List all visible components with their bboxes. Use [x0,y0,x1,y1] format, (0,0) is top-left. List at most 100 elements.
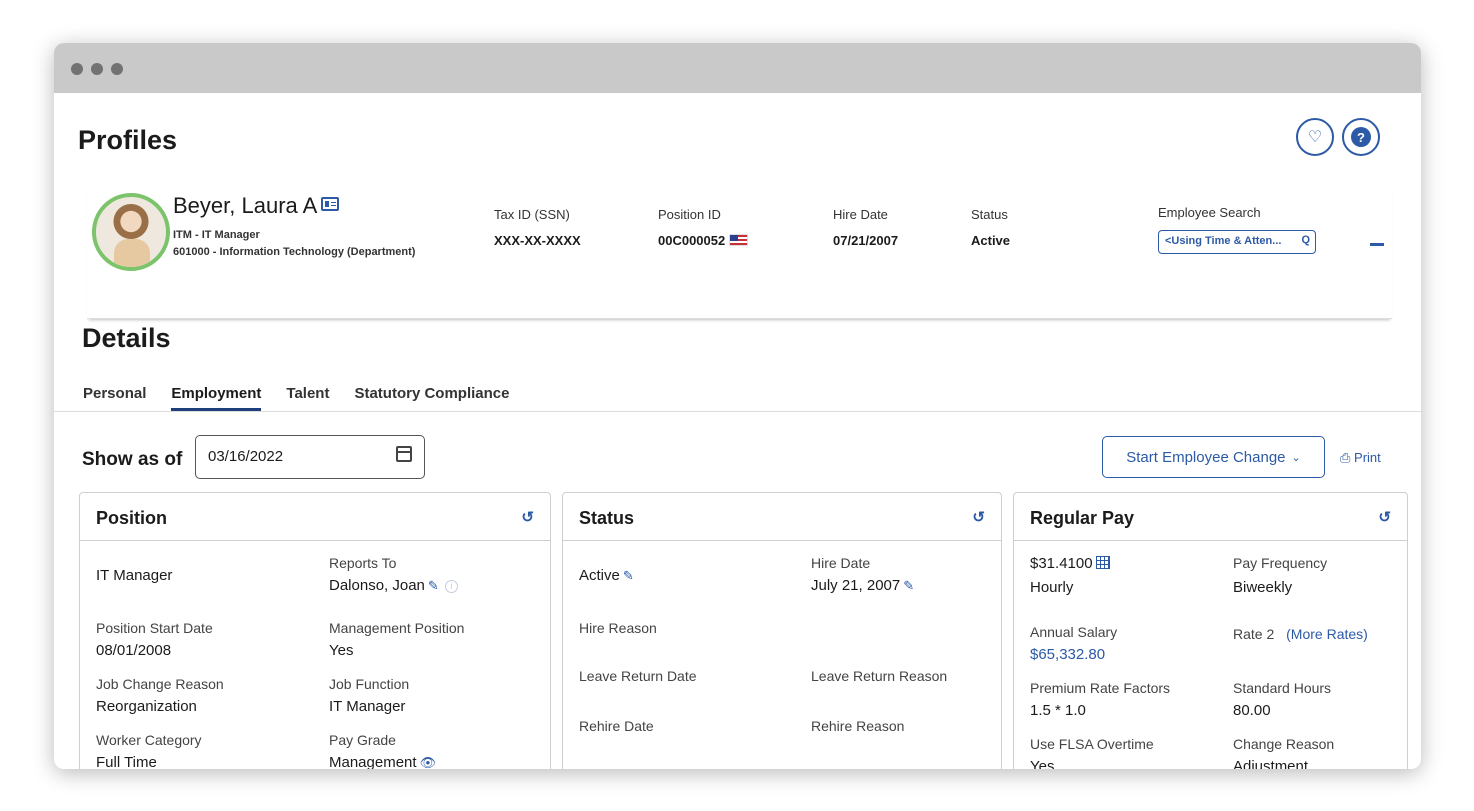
question-icon: ? [1351,127,1371,147]
job-change-reason-label: Job Change Reason [96,676,224,692]
chevron-down-icon: ⌄ [1291,451,1301,464]
printer-icon: ⎙ [1340,450,1351,465]
position-start-date-value: 08/01/2008 [96,642,172,659]
position-id-label: Position ID [658,207,721,222]
history-icon[interactable]: ↺ [1378,508,1391,526]
employee-header-card: Beyer, Laura A ITM - IT Manager 601000 -… [87,185,1392,319]
annual-salary-label: Annual Salary [1030,624,1118,640]
status-hire-date-value: July 21, 2007 ✎ [811,577,915,594]
history-icon[interactable]: ↺ [521,508,534,526]
page-content: Profiles ♡ ? Beyer, Laura A ITM - IT Man… [54,93,1421,769]
pay-rate-value: $31.4100 [1030,555,1110,572]
change-reason-label: Change Reason [1233,736,1335,752]
window-controls [71,63,123,75]
eye-icon[interactable]: 👁 [420,755,437,769]
rehire-reason-label: Rehire Reason [811,718,905,734]
leave-return-date-label: Leave Return Date [579,668,697,684]
close-window-dot[interactable] [71,63,83,75]
employee-job: ITM - IT Manager [173,229,260,241]
avatar[interactable] [92,193,170,271]
standard-hours-label: Standard Hours [1233,680,1332,696]
use-flsa-overtime-label: Use FLSA Overtime [1030,736,1154,752]
window-titlebar [54,43,1421,93]
status-hire-date-label: Hire Date [811,555,871,571]
rehire-date-label: Rehire Date [579,718,654,734]
minimize-window-dot[interactable] [91,63,103,75]
worker-category-label: Worker Category [96,732,202,748]
help-button[interactable]: ? [1342,118,1380,156]
calculator-icon[interactable] [1095,556,1110,569]
search-icon[interactable]: Q [1301,234,1310,246]
status-panel: Status ↺ Active ✎ Hire Date July 21, 2007… [562,492,1002,769]
heart-icon: ♡ [1307,129,1323,146]
reports-to-value: Dalonso, Joan ✎ i [329,577,458,594]
status-panel-title: Status [579,508,635,528]
regular-pay-panel: Regular Pay ↺ $31.4100 Hourly Pay Freque… [1013,492,1408,769]
leave-return-reason-label: Leave Return Reason [811,668,948,684]
job-function-label: Job Function [329,676,410,692]
tax-id-value: XXX-XX-XXXX [494,233,581,248]
worker-category-value: Full Time [96,754,157,769]
hire-date-value: 07/21/2007 [833,233,899,248]
tab-statutory-compliance[interactable]: Statutory Compliance [354,385,509,411]
tabs-divider [54,411,1421,412]
status-value: Active [971,233,1011,248]
maximize-window-dot[interactable] [111,63,123,75]
premium-rate-factors-label: Premium Rate Factors [1030,680,1171,696]
pay-grade-label: Pay Grade [329,732,396,748]
employee-search-input[interactable]: <Using Time & Atten... Q [1158,230,1316,254]
more-rates-link[interactable]: (More Rates) [1286,626,1368,642]
show-as-of-date-input[interactable]: 03/16/2022 [195,435,425,479]
pencil-icon[interactable]: ✎ [903,578,914,593]
annual-salary-value[interactable]: $65,332.80 [1030,646,1105,663]
pay-grade-value: Management 👁 [329,754,437,769]
show-as-of-label: Show as of [82,449,183,470]
history-icon[interactable]: ↺ [972,508,985,526]
pay-rate-type: Hourly [1030,579,1074,596]
hire-date-label: Hire Date [833,207,888,222]
print-link[interactable]: ⎙ Print [1340,450,1381,466]
pay-frequency-label: Pay Frequency [1233,555,1328,571]
calendar-icon[interactable] [396,446,412,462]
employee-search-label: Employee Search [1158,205,1261,220]
position-panel: Position ↺ IT Manager Reports To Dalonso… [79,492,551,769]
employee-department: 601000 - Information Technology (Departm… [173,246,416,258]
us-flag-icon [729,234,749,246]
position-id-value: 00C000052 [658,233,749,248]
details-title: Details [82,323,171,353]
position-start-date-label: Position Start Date [96,620,213,636]
management-position-label: Management Position [329,620,465,636]
job-change-reason-value: Reorganization [96,698,197,715]
employee-name: Beyer, Laura A [173,193,340,219]
rate-2-label: Rate 2 (More Rates) [1233,626,1368,642]
browser-window: Profiles ♡ ? Beyer, Laura A ITM - IT Man… [54,43,1421,769]
status-panel-header: Status ↺ [563,493,1001,541]
page-title: Profiles [78,125,178,155]
position-panel-header: Position ↺ [80,493,550,541]
details-tabs: Personal Employment Talent Statutory Com… [83,385,509,411]
info-icon[interactable]: i [444,580,458,593]
tab-talent[interactable]: Talent [286,385,329,411]
favorite-button[interactable]: ♡ [1296,118,1334,156]
tax-id-label: Tax ID (SSN) [494,207,570,222]
change-reason-value: Adjustment [1233,758,1309,769]
status-label: Status [971,207,1008,222]
pay-frequency-value: Biweekly [1233,579,1293,596]
job-function-value: IT Manager [329,698,406,715]
pencil-icon[interactable]: ✎ [623,568,634,583]
tab-employment[interactable]: Employment [171,385,262,411]
hire-reason-label: Hire Reason [579,620,657,636]
tab-personal[interactable]: Personal [83,385,146,411]
start-employee-change-button[interactable]: Start Employee Change ⌄ [1102,436,1325,478]
contact-card-icon[interactable] [321,197,340,211]
premium-rate-factors-value: 1.5 * 1.0 [1030,702,1086,719]
collapse-icon[interactable] [1370,243,1384,246]
status-value: Active ✎ [579,567,634,584]
reports-to-label: Reports To [329,555,397,571]
use-flsa-overtime-value: Yes [1030,758,1055,769]
pencil-icon[interactable]: ✎ [428,578,439,593]
position-job-title: IT Manager [96,567,173,584]
position-panel-title: Position [96,508,167,528]
regular-pay-panel-title: Regular Pay [1030,508,1135,528]
regular-pay-panel-header: Regular Pay ↺ [1014,493,1407,541]
